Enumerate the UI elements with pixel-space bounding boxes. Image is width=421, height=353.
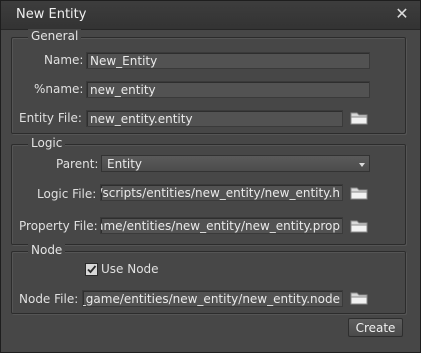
name-input[interactable]: New_Entity: [86, 52, 370, 69]
chevron-down-icon: [359, 163, 365, 167]
logic-file-value: game/scripts/entities/new_entity/new_ent…: [101, 186, 340, 200]
property-file-label: Property File:: [19, 219, 98, 233]
folder-icon[interactable]: [350, 219, 368, 233]
use-node-checkbox[interactable]: [85, 263, 98, 276]
node-group-label: Node: [28, 243, 66, 257]
logic-group-label: Logic: [28, 136, 66, 150]
node-file-label: Node File:: [19, 292, 79, 306]
close-icon[interactable]: ✕: [394, 5, 410, 23]
node-file-value: new_game/entities/new_entity/new_entity.…: [82, 292, 340, 306]
entity-file-input[interactable]: new_entity.entity: [86, 110, 343, 127]
window-title: New Entity: [16, 7, 87, 22]
folder-icon[interactable]: [350, 291, 368, 305]
property-file-value: new_game/entities/new_entity/new_entity.…: [100, 219, 340, 233]
new-entity-dialog: New Entity ✕ General Name: New_Entity %n…: [0, 0, 421, 353]
pname-input[interactable]: new_entity: [86, 81, 370, 98]
title-bar: New Entity ✕: [1, 1, 420, 30]
folder-icon[interactable]: [350, 186, 368, 200]
logic-file-label: Logic File:: [37, 187, 97, 201]
parent-select-value: Entity: [107, 157, 143, 171]
entity-file-label: Entity File:: [19, 111, 82, 125]
parent-select[interactable]: Entity: [101, 155, 370, 172]
name-label: Name:: [44, 53, 84, 67]
folder-icon[interactable]: [350, 111, 368, 125]
pname-label: %name:: [34, 82, 84, 96]
use-node-label[interactable]: Use Node: [101, 262, 159, 276]
logic-file-input[interactable]: game/scripts/entities/new_entity/new_ent…: [100, 184, 343, 201]
checkmark-icon: [87, 265, 97, 274]
property-file-input[interactable]: new_game/entities/new_entity/new_entity.…: [100, 217, 343, 234]
general-group-label: General: [28, 29, 82, 43]
parent-label: Parent:: [56, 157, 99, 171]
node-file-input[interactable]: new_game/entities/new_entity/new_entity.…: [82, 290, 343, 307]
create-button[interactable]: Create: [348, 318, 403, 337]
